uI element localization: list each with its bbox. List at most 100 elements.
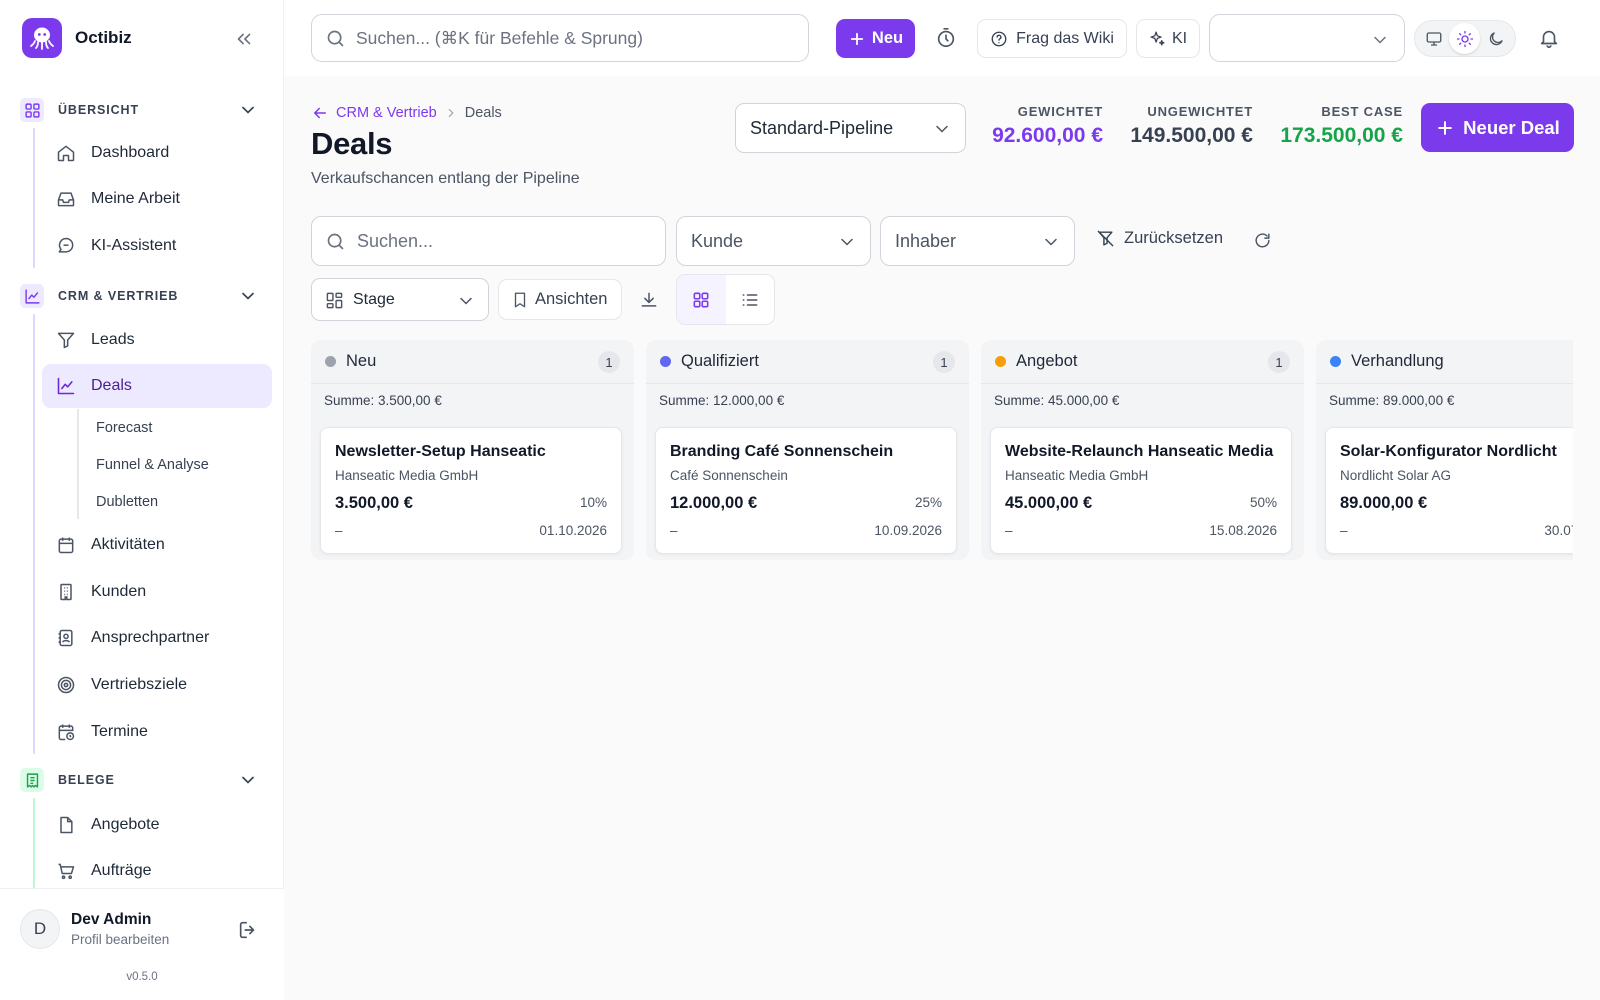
deal-title: Newsletter-Setup Hanseatic xyxy=(335,443,546,460)
column-sum: Summe: 89.000,00 € xyxy=(1329,392,1455,408)
column-title: Angebot xyxy=(1016,352,1078,370)
file-icon xyxy=(56,815,76,835)
deal-close-date: 30.07.2026 xyxy=(1544,523,1573,538)
deal-amount: 12.000,00 € xyxy=(670,494,758,512)
logout-icon[interactable] xyxy=(237,919,259,941)
section-label: ÜBERSICHT xyxy=(58,103,140,117)
sidebar-subitem-dubletten[interactable]: Dubletten xyxy=(96,494,158,510)
sidebar-item-label: Meine Arbeit xyxy=(91,190,180,207)
stage-dot xyxy=(660,356,671,367)
avatar[interactable]: D xyxy=(20,909,60,949)
deal-owner: – xyxy=(670,523,678,538)
funnel-icon xyxy=(56,330,76,350)
collapse-sidebar-icon[interactable] xyxy=(233,28,255,50)
kanban-column-neu: Neu 1 Summe: 3.500,00 € Newsletter-Setup… xyxy=(311,340,634,560)
sidebar-item-ki-assistent[interactable]: KI-Assistent xyxy=(42,224,272,268)
sidebar-item-auftraege[interactable]: Aufträge xyxy=(42,849,272,893)
sidebar-item-label: Dashboard xyxy=(91,144,170,161)
column-sum: Summe: 12.000,00 € xyxy=(659,392,785,408)
sidebar-item-leads[interactable]: Leads xyxy=(42,318,272,362)
chart-line-icon xyxy=(56,376,76,396)
section-rail xyxy=(33,128,35,268)
column-title: Neu xyxy=(346,352,377,370)
deal-probability: 25% xyxy=(914,495,942,510)
deal-title: Solar-Konfigurator Nordlicht xyxy=(1340,443,1557,460)
sidebar-item-label: Leads xyxy=(91,331,135,348)
deal-amount: 3.500,00 € xyxy=(335,494,413,512)
column-title: Qualifiziert xyxy=(681,352,759,370)
column-sum: Summe: 45.000,00 € xyxy=(994,392,1120,408)
sidebar-item-label: Termine xyxy=(91,723,148,740)
sidebar-item-label: Vertriebsziele xyxy=(91,676,188,693)
sidebar-item-termine[interactable]: Termine xyxy=(42,710,272,754)
deal-close-date: 15.08.2026 xyxy=(1209,523,1277,538)
deal-amount: 45.000,00 € xyxy=(1005,494,1093,512)
sidebar-subitem-funnel-analyse[interactable]: Funnel & Analyse xyxy=(96,457,209,473)
app-name: Octibiz xyxy=(75,28,132,47)
sidebar-subitem-forecast[interactable]: Forecast xyxy=(96,420,152,436)
user-footer: D Dev Admin Profil bearbeiten v0.5.0 xyxy=(0,888,284,1000)
sidebar-item-label: Aktivitäten xyxy=(91,536,165,553)
deal-title: Website-Relaunch Hanseatic Media xyxy=(1005,443,1274,460)
deal-probability: 10% xyxy=(579,495,607,510)
user-name: Dev Admin xyxy=(71,911,152,928)
building-icon xyxy=(56,582,76,602)
column-header: Angebot 1 xyxy=(981,340,1304,384)
subnav-rail xyxy=(77,409,79,519)
app-version: v0.5.0 xyxy=(126,971,158,983)
home-icon xyxy=(56,143,76,163)
section-belege[interactable]: BELEGE xyxy=(20,766,266,794)
calendar-icon xyxy=(56,535,76,555)
sidebar-item-label: KI-Assistent xyxy=(91,237,177,254)
sidebar-item-aktivitaeten[interactable]: Aktivitäten xyxy=(42,523,272,567)
calendar-clock-icon xyxy=(56,722,76,742)
section-crm-vertrieb[interactable]: CRM & VERTRIEB xyxy=(20,282,266,310)
sidebar-item-meine-arbeit[interactable]: Meine Arbeit xyxy=(42,177,272,221)
section-rail xyxy=(33,314,35,754)
kanban-board: Neu 1 Summe: 3.500,00 € Newsletter-Setup… xyxy=(311,0,1573,1000)
deal-probability: 50% xyxy=(1249,495,1277,510)
kanban-column-verhandlung: Verhandlung 1 Summe: 89.000,00 € Solar-K… xyxy=(1316,340,1573,560)
kanban-column-angebot: Angebot 1 Summe: 45.000,00 € Website-Rel… xyxy=(981,340,1304,560)
deal-amount: 89.000,00 € xyxy=(1340,494,1428,512)
column-header: Neu 1 xyxy=(311,340,634,384)
deal-company: Hanseatic Media GmbH xyxy=(1005,468,1149,483)
deal-owner: – xyxy=(1340,523,1348,538)
column-count-badge: 1 xyxy=(933,351,955,373)
sidebar-item-label: Ansprechpartner xyxy=(91,629,210,646)
stage-dot xyxy=(1330,356,1341,367)
cart-icon xyxy=(56,861,76,881)
deal-card[interactable]: Solar-Konfigurator Nordlicht Nordlicht S… xyxy=(1325,427,1573,554)
deal-card[interactable]: Newsletter-Setup Hanseatic Hanseatic Med… xyxy=(320,427,622,554)
sidebar-item-angebote[interactable]: Angebote xyxy=(42,803,272,847)
section-label: CRM & VERTRIEB xyxy=(58,289,179,303)
column-count-badge: 1 xyxy=(1268,351,1290,373)
sidebar-item-ansprechpartner[interactable]: Ansprechpartner xyxy=(42,616,272,660)
deal-owner: – xyxy=(1005,523,1013,538)
deal-owner: – xyxy=(335,523,343,538)
chat-icon xyxy=(56,236,76,256)
chart-line-icon xyxy=(20,284,44,308)
stage-dot xyxy=(995,356,1006,367)
target-icon xyxy=(56,675,76,695)
octopus-logo-icon xyxy=(22,18,62,58)
section-label: BELEGE xyxy=(58,773,115,787)
inbox-icon xyxy=(56,189,76,209)
edit-profile-link[interactable]: Profil bearbeiten xyxy=(71,932,169,947)
deal-company: Nordlicht Solar AG xyxy=(1340,468,1452,483)
sidebar-item-vertriebsziele[interactable]: Vertriebsziele xyxy=(42,663,272,707)
sidebar-item-dashboard[interactable]: Dashboard xyxy=(42,131,272,175)
section-uebersicht[interactable]: ÜBERSICHT xyxy=(20,96,266,124)
chevron-down-icon[interactable] xyxy=(238,100,258,120)
chevron-down-icon[interactable] xyxy=(238,770,258,790)
column-sum: Summe: 3.500,00 € xyxy=(324,392,442,408)
sidebar-item-deals[interactable]: Deals xyxy=(42,364,272,408)
sidebar: Octibiz ÜBERSICHT Dashboard Meine Arbeit… xyxy=(0,0,284,1000)
deal-card[interactable]: Branding Café Sonnenschein Café Sonnensc… xyxy=(655,427,957,554)
brand[interactable]: Octibiz xyxy=(22,18,132,58)
chevron-down-icon[interactable] xyxy=(238,286,258,306)
column-header: Verhandlung 1 xyxy=(1316,340,1573,384)
deal-card[interactable]: Website-Relaunch Hanseatic Media Hanseat… xyxy=(990,427,1292,554)
column-count-badge: 1 xyxy=(598,351,620,373)
sidebar-item-kunden[interactable]: Kunden xyxy=(42,570,272,614)
